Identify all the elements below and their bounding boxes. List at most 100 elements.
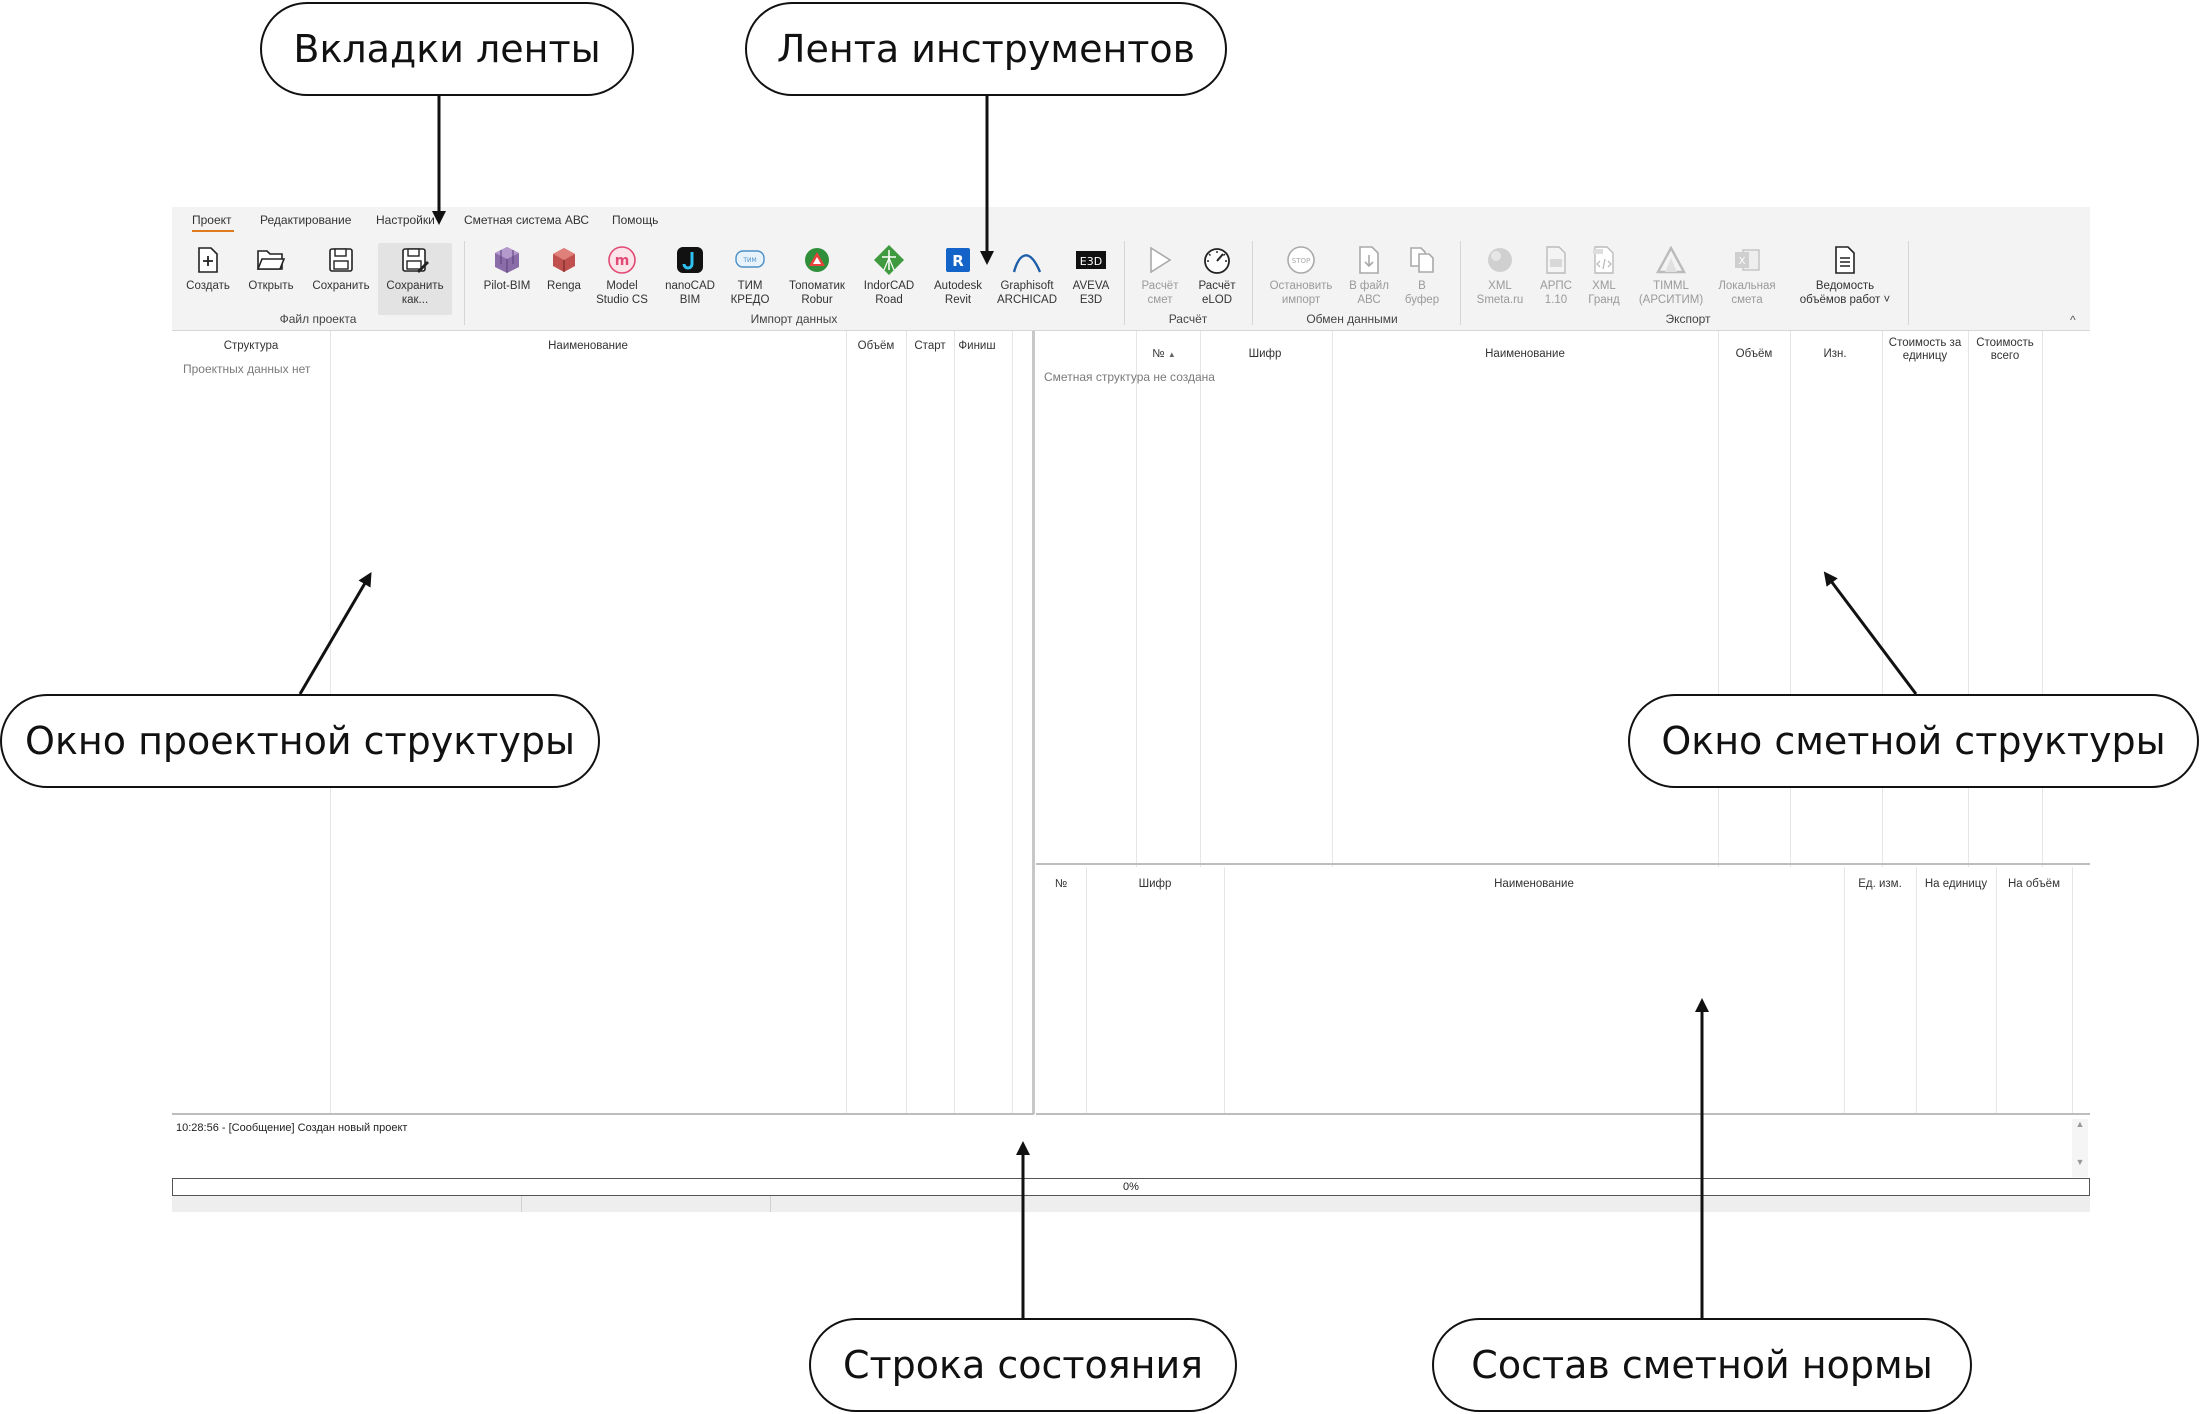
collapse-ribbon-icon[interactable]: ^: [2070, 313, 2076, 327]
revit-icon: R: [941, 243, 975, 277]
callout-estimate-window: Окно сметной структуры: [1628, 694, 2199, 788]
nanocad-icon: [673, 243, 707, 277]
column-divider: [846, 331, 847, 1114]
callout-ribbon-tabs: Вкладки ленты: [260, 2, 634, 96]
header-volume[interactable]: Объём: [1718, 348, 1790, 360]
header-structure[interactable]: Структура: [172, 340, 330, 352]
sort-asc-icon: ▲: [1167, 350, 1176, 359]
to-abc-file-button[interactable]: В файл АВС: [1344, 243, 1394, 307]
header-code[interactable]: Шифр: [1086, 878, 1224, 890]
column-divider: [906, 331, 907, 1114]
callout-status-bar: Строка состояния: [809, 1318, 1237, 1412]
document-list-icon: [1828, 243, 1862, 277]
empty-estimate-note: Сметная структура не создана: [1044, 370, 1215, 384]
scroll-up-icon[interactable]: ▲: [2072, 1119, 2088, 1129]
header-number[interactable]: № ▲: [1134, 348, 1194, 360]
svg-text:R: R: [952, 252, 964, 270]
header-per-unit[interactable]: На единицу: [1916, 878, 1996, 890]
column-divider: [1844, 867, 1845, 1113]
volume-statement-button[interactable]: Ведомость объёмов работ ˅: [1786, 243, 1904, 307]
model-studio-button[interactable]: m Model Studio CS: [594, 243, 650, 307]
group-label-exchange: Обмен данными: [1306, 312, 1398, 326]
indorcad-road-button[interactable]: IndorCAD Road: [858, 243, 920, 307]
tab-project[interactable]: Проект: [192, 213, 232, 227]
group-label-calc: Расчёт: [1168, 312, 1208, 326]
save-as-button[interactable]: Сохранить как...: [378, 243, 452, 315]
status-bar: [172, 1196, 2090, 1212]
new-file-icon: [191, 243, 225, 277]
ribbon-tabs: Проект Редактирование Настройки Сметная …: [172, 207, 2090, 235]
tim-credo-icon: ТИМ: [733, 243, 767, 277]
status-divider: [521, 1196, 522, 1212]
pane-bottom-border: [172, 1113, 1034, 1115]
calc-elod-button[interactable]: Расчёт eLOD: [1192, 243, 1242, 307]
topomatic-icon: [800, 243, 834, 277]
nanocad-bim-button[interactable]: nanoCAD BIM: [662, 243, 718, 307]
stop-icon: STOP: [1284, 243, 1318, 277]
to-clipboard-button[interactable]: В буфер: [1400, 243, 1444, 307]
header-per-volume[interactable]: На объём: [1996, 878, 2072, 890]
header-unit-cost[interactable]: Стоимость за единицу: [1882, 337, 1968, 363]
splitter[interactable]: [1036, 863, 2090, 865]
svg-text:ТИМ: ТИМ: [742, 257, 756, 264]
stop-import-button[interactable]: STOP Остановить импорт: [1264, 243, 1338, 307]
svg-text:X: X: [1739, 256, 1746, 267]
calc-estimates-button[interactable]: Расчёт смет: [1136, 243, 1184, 307]
group-label-file: Файл проекта: [279, 312, 357, 326]
folder-icon: [254, 243, 288, 277]
create-button[interactable]: Создать: [186, 243, 230, 293]
log-scrollbar[interactable]: ▲ ▼: [2072, 1119, 2088, 1177]
group-label-export: Экспорт: [1665, 312, 1711, 326]
header-code[interactable]: Шифр: [1200, 348, 1330, 360]
header-total-cost[interactable]: Стоимость всего: [1968, 337, 2042, 363]
local-estimate-button[interactable]: X Локальная смета: [1714, 243, 1780, 307]
renga-button[interactable]: Renga: [542, 243, 586, 293]
column-divider: [1012, 331, 1013, 1114]
message-log: 10:28:56 - [Сообщение] Создан новый прое…: [172, 1117, 2090, 1179]
timml-button[interactable]: TIMML (АРСИТИМ): [1634, 243, 1708, 307]
column-divider: [954, 331, 955, 1114]
pane-bottom-border: [1036, 1113, 2090, 1115]
active-tab-underline: [192, 230, 234, 232]
header-finish[interactable]: Финиш: [954, 340, 1000, 352]
aveva-e3d-icon: E3D: [1074, 243, 1108, 277]
progress-label: 0%: [1123, 1181, 1139, 1193]
header-unit[interactable]: Ед. изм.: [1844, 878, 1916, 890]
log-message: 10:28:56 - [Сообщение] Создан новый прое…: [176, 1122, 408, 1134]
header-number[interactable]: №: [1036, 878, 1086, 890]
tab-settings[interactable]: Настройки: [376, 213, 435, 227]
column-divider: [1224, 867, 1225, 1113]
file-download-icon: [1352, 243, 1386, 277]
open-button[interactable]: Открыть: [246, 243, 296, 293]
topomatic-robur-button[interactable]: Топоматик Robur: [784, 243, 850, 307]
callout-project-window: Окно проектной структуры: [0, 694, 600, 788]
aveva-e3d-button[interactable]: E3D AVEVA E3D: [1066, 243, 1116, 307]
scroll-down-icon[interactable]: ▼: [2072, 1157, 2088, 1167]
tab-abc-system[interactable]: Сметная система АВС: [464, 213, 589, 227]
floppy-icon: [324, 243, 358, 277]
header-volume[interactable]: Объём: [846, 340, 906, 352]
renga-icon: [547, 243, 581, 277]
header-start[interactable]: Старт: [906, 340, 954, 352]
smeta-icon: [1483, 243, 1517, 277]
svg-text:E3D: E3D: [1080, 255, 1102, 268]
column-divider: [1916, 867, 1917, 1113]
save-button[interactable]: Сохранить: [310, 243, 372, 293]
pilot-bim-button[interactable]: Pilot-BIM: [478, 243, 536, 293]
autodesk-revit-button[interactable]: R Autodesk Revit: [928, 243, 988, 307]
arps-button[interactable]: АРПС 1.10: [1536, 243, 1576, 307]
graphisoft-archicad-button[interactable]: Graphisoft ARCHICAD: [994, 243, 1060, 307]
header-name[interactable]: Наименование: [1332, 348, 1718, 360]
header-name[interactable]: Наименование: [330, 340, 846, 352]
svg-text:m: m: [615, 253, 630, 269]
tim-credo-button[interactable]: ТИМ ТИМ КРЕДО: [728, 243, 772, 307]
column-divider: [1086, 867, 1087, 1113]
header-unit[interactable]: Изн.: [1790, 348, 1880, 360]
status-divider: [770, 1196, 771, 1212]
header-name[interactable]: Наименование: [1224, 878, 1844, 890]
tab-help[interactable]: Помощь: [612, 213, 658, 227]
xml-smeta-button[interactable]: XML Smeta.ru: [1472, 243, 1528, 307]
tab-edit[interactable]: Редактирование: [260, 213, 351, 227]
floppy-pen-icon: [398, 243, 432, 277]
xml-grand-button[interactable]: XML Гранд: [1582, 243, 1626, 307]
